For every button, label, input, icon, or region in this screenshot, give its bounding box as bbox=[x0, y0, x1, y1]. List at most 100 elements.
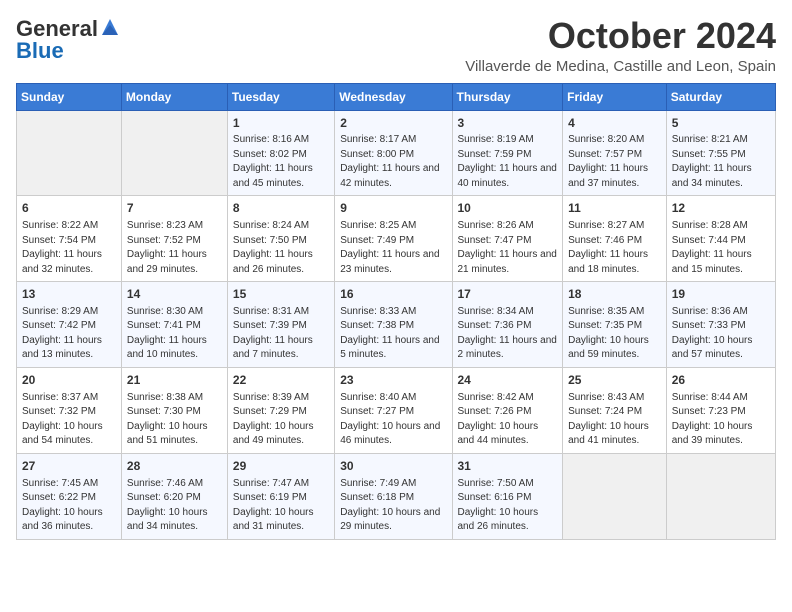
column-header-tuesday: Tuesday bbox=[227, 83, 334, 110]
calendar-cell: 12 Sunrise: 8:28 AMSunset: 7:44 PMDayligh… bbox=[666, 196, 775, 282]
day-number: 22 bbox=[233, 372, 329, 389]
cell-content: Sunrise: 7:46 AMSunset: 6:20 PMDaylight:… bbox=[127, 477, 222, 535]
title-area: October 2024 Villaverde de Medina, Casti… bbox=[465, 16, 776, 75]
cell-content: Sunrise: 8:19 AMSunset: 7:59 PMDaylight:… bbox=[458, 133, 558, 191]
cell-content: Sunrise: 8:16 AMSunset: 8:02 PMDaylight:… bbox=[233, 133, 329, 191]
calendar-table: SundayMondayTuesdayWednesdayThursdayFrid… bbox=[16, 83, 776, 540]
calendar-cell: 20 Sunrise: 8:37 AMSunset: 7:32 PMDayligh… bbox=[17, 367, 122, 453]
cell-content: Sunrise: 7:47 AMSunset: 6:19 PMDaylight:… bbox=[233, 477, 329, 535]
column-header-monday: Monday bbox=[121, 83, 227, 110]
day-number: 27 bbox=[22, 458, 116, 475]
column-header-thursday: Thursday bbox=[452, 83, 563, 110]
day-number: 25 bbox=[568, 372, 661, 389]
day-number: 5 bbox=[672, 115, 770, 132]
month-title: October 2024 bbox=[465, 16, 776, 56]
cell-content: Sunrise: 8:22 AMSunset: 7:54 PMDaylight:… bbox=[22, 219, 116, 277]
cell-content: Sunrise: 8:30 AMSunset: 7:41 PMDaylight:… bbox=[127, 305, 222, 363]
calendar-cell bbox=[17, 110, 122, 196]
location-title: Villaverde de Medina, Castille and Leon,… bbox=[465, 58, 776, 75]
cell-content: Sunrise: 8:27 AMSunset: 7:46 PMDaylight:… bbox=[568, 219, 661, 277]
calendar-cell: 8 Sunrise: 8:24 AMSunset: 7:50 PMDaylight… bbox=[227, 196, 334, 282]
logo-blue-text: Blue bbox=[16, 38, 64, 64]
day-number: 7 bbox=[127, 200, 222, 217]
calendar-cell: 31 Sunrise: 7:50 AMSunset: 6:16 PMDayligh… bbox=[452, 453, 563, 539]
calendar-cell: 25 Sunrise: 8:43 AMSunset: 7:24 PMDayligh… bbox=[563, 367, 667, 453]
cell-content: Sunrise: 7:45 AMSunset: 6:22 PMDaylight:… bbox=[22, 477, 116, 535]
day-number: 15 bbox=[233, 286, 329, 303]
day-number: 8 bbox=[233, 200, 329, 217]
day-number: 6 bbox=[22, 200, 116, 217]
calendar-cell: 26 Sunrise: 8:44 AMSunset: 7:23 PMDayligh… bbox=[666, 367, 775, 453]
calendar-cell: 10 Sunrise: 8:26 AMSunset: 7:47 PMDayligh… bbox=[452, 196, 563, 282]
day-number: 29 bbox=[233, 458, 329, 475]
column-header-sunday: Sunday bbox=[17, 83, 122, 110]
day-number: 30 bbox=[340, 458, 446, 475]
day-number: 14 bbox=[127, 286, 222, 303]
calendar-cell: 13Sunrise: 8:29 AMSunset: 7:42 PMDayligh… bbox=[17, 282, 122, 368]
cell-content: Sunrise: 7:49 AMSunset: 6:18 PMDaylight:… bbox=[340, 477, 446, 535]
calendar-cell bbox=[121, 110, 227, 196]
calendar-cell: 9 Sunrise: 8:25 AMSunset: 7:49 PMDaylight… bbox=[335, 196, 452, 282]
column-header-saturday: Saturday bbox=[666, 83, 775, 110]
calendar-cell: 21 Sunrise: 8:38 AMSunset: 7:30 PMDayligh… bbox=[121, 367, 227, 453]
day-number: 12 bbox=[672, 200, 770, 217]
calendar-week-row: 1Sunrise: 8:16 AMSunset: 8:02 PMDaylight… bbox=[17, 110, 776, 196]
cell-content: Sunrise: 8:26 AMSunset: 7:47 PMDaylight:… bbox=[458, 219, 558, 277]
cell-content: Sunrise: 8:29 AMSunset: 7:42 PMDaylight:… bbox=[22, 305, 116, 363]
cell-content: Sunrise: 8:28 AMSunset: 7:44 PMDaylight:… bbox=[672, 219, 770, 277]
cell-content: Sunrise: 8:38 AMSunset: 7:30 PMDaylight:… bbox=[127, 391, 222, 449]
day-number: 19 bbox=[672, 286, 770, 303]
column-header-friday: Friday bbox=[563, 83, 667, 110]
day-number: 1 bbox=[233, 115, 329, 132]
cell-content: Sunrise: 8:20 AMSunset: 7:57 PMDaylight:… bbox=[568, 133, 661, 191]
calendar-cell: 3Sunrise: 8:19 AMSunset: 7:59 PMDaylight… bbox=[452, 110, 563, 196]
cell-content: Sunrise: 8:23 AMSunset: 7:52 PMDaylight:… bbox=[127, 219, 222, 277]
day-number: 10 bbox=[458, 200, 558, 217]
calendar-week-row: 27 Sunrise: 7:45 AMSunset: 6:22 PMDayligh… bbox=[17, 453, 776, 539]
day-number: 2 bbox=[340, 115, 446, 132]
cell-content: Sunrise: 8:42 AMSunset: 7:26 PMDaylight:… bbox=[458, 391, 558, 449]
cell-content: Sunrise: 8:24 AMSunset: 7:50 PMDaylight:… bbox=[233, 219, 329, 277]
day-number: 11 bbox=[568, 200, 661, 217]
day-number: 4 bbox=[568, 115, 661, 132]
calendar-cell: 7 Sunrise: 8:23 AMSunset: 7:52 PMDaylight… bbox=[121, 196, 227, 282]
calendar-cell: 5Sunrise: 8:21 AMSunset: 7:55 PMDaylight… bbox=[666, 110, 775, 196]
calendar-cell: 28Sunrise: 7:46 AMSunset: 6:20 PMDayligh… bbox=[121, 453, 227, 539]
day-number: 21 bbox=[127, 372, 222, 389]
cell-content: Sunrise: 8:34 AMSunset: 7:36 PMDaylight:… bbox=[458, 305, 558, 363]
day-number: 26 bbox=[672, 372, 770, 389]
cell-content: Sunrise: 8:40 AMSunset: 7:27 PMDaylight:… bbox=[340, 391, 446, 449]
day-number: 16 bbox=[340, 286, 446, 303]
cell-content: Sunrise: 8:35 AMSunset: 7:35 PMDaylight:… bbox=[568, 305, 661, 363]
cell-content: Sunrise: 8:33 AMSunset: 7:38 PMDaylight:… bbox=[340, 305, 446, 363]
day-number: 20 bbox=[22, 372, 116, 389]
calendar-cell: 2Sunrise: 8:17 AMSunset: 8:00 PMDaylight… bbox=[335, 110, 452, 196]
cell-content: Sunrise: 8:44 AMSunset: 7:23 PMDaylight:… bbox=[672, 391, 770, 449]
calendar-week-row: 6 Sunrise: 8:22 AMSunset: 7:54 PMDaylight… bbox=[17, 196, 776, 282]
cell-content: Sunrise: 8:37 AMSunset: 7:32 PMDaylight:… bbox=[22, 391, 116, 449]
calendar-cell bbox=[666, 453, 775, 539]
calendar-cell: 16 Sunrise: 8:33 AMSunset: 7:38 PMDayligh… bbox=[335, 282, 452, 368]
calendar-cell: 27 Sunrise: 7:45 AMSunset: 6:22 PMDayligh… bbox=[17, 453, 122, 539]
day-number: 17 bbox=[458, 286, 558, 303]
logo: General Blue bbox=[16, 16, 120, 64]
page-header: General Blue October 2024 Villaverde de … bbox=[16, 16, 776, 75]
calendar-cell: 30 Sunrise: 7:49 AMSunset: 6:18 PMDayligh… bbox=[335, 453, 452, 539]
column-header-wednesday: Wednesday bbox=[335, 83, 452, 110]
cell-content: Sunrise: 7:50 AMSunset: 6:16 PMDaylight:… bbox=[458, 477, 558, 535]
calendar-cell: 23 Sunrise: 8:40 AMSunset: 7:27 PMDayligh… bbox=[335, 367, 452, 453]
day-number: 18 bbox=[568, 286, 661, 303]
day-number: 23 bbox=[340, 372, 446, 389]
cell-content: Sunrise: 8:25 AMSunset: 7:49 PMDaylight:… bbox=[340, 219, 446, 277]
calendar-cell: 11 Sunrise: 8:27 AMSunset: 7:46 PMDayligh… bbox=[563, 196, 667, 282]
calendar-cell: 22Sunrise: 8:39 AMSunset: 7:29 PMDayligh… bbox=[227, 367, 334, 453]
calendar-cell: 14 Sunrise: 8:30 AMSunset: 7:41 PMDayligh… bbox=[121, 282, 227, 368]
calendar-cell: 24 Sunrise: 8:42 AMSunset: 7:26 PMDayligh… bbox=[452, 367, 563, 453]
day-number: 31 bbox=[458, 458, 558, 475]
calendar-week-row: 20 Sunrise: 8:37 AMSunset: 7:32 PMDayligh… bbox=[17, 367, 776, 453]
cell-content: Sunrise: 8:43 AMSunset: 7:24 PMDaylight:… bbox=[568, 391, 661, 449]
day-number: 24 bbox=[458, 372, 558, 389]
calendar-header-row: SundayMondayTuesdayWednesdayThursdayFrid… bbox=[17, 83, 776, 110]
calendar-cell: 29 Sunrise: 7:47 AMSunset: 6:19 PMDayligh… bbox=[227, 453, 334, 539]
day-number: 9 bbox=[340, 200, 446, 217]
